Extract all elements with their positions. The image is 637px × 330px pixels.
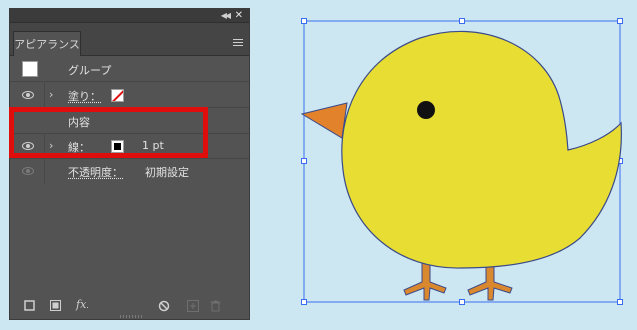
chick-eye (417, 101, 435, 119)
chick-artwork[interactable] (0, 0, 637, 330)
selection-handle[interactable] (459, 18, 465, 24)
selection-handle[interactable] (301, 18, 307, 24)
selection-handle[interactable] (459, 299, 465, 305)
chick-beak (300, 102, 348, 139)
selection-handle[interactable] (301, 299, 307, 305)
selection-handle[interactable] (617, 18, 623, 24)
selection-handle[interactable] (617, 299, 623, 305)
chick-body (341, 30, 622, 269)
selection-handle[interactable] (301, 158, 307, 164)
